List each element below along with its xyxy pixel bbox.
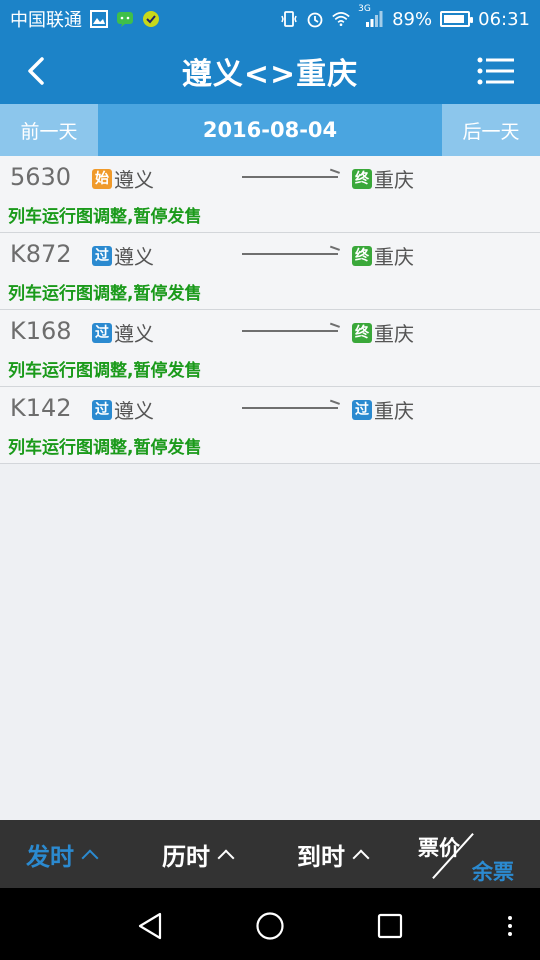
current-date[interactable]: 2016-08-04 xyxy=(98,104,442,156)
departure-station: 过 遵义 xyxy=(92,241,154,270)
prev-day-button[interactable]: 前一天 xyxy=(0,104,98,156)
wechat-icon xyxy=(116,10,134,28)
alarm-icon xyxy=(306,10,324,28)
chevron-up-icon xyxy=(217,849,235,867)
train-number: 5630 xyxy=(10,163,72,191)
next-day-button[interactable]: 后一天 xyxy=(442,104,540,156)
terminal-tag: 终 xyxy=(352,168,372,189)
route-arrow-icon xyxy=(242,330,338,332)
pass-tag: 过 xyxy=(92,399,112,420)
more-vertical-icon xyxy=(508,916,512,936)
app-notification-icon xyxy=(142,10,160,28)
sort-by-duration-button[interactable]: 历时 xyxy=(162,820,235,888)
network-type: 3G xyxy=(358,4,371,14)
page-title: 遵义<>重庆 xyxy=(181,57,359,92)
back-button[interactable] xyxy=(14,49,58,93)
origin-tag: 始 xyxy=(92,168,112,189)
terminal-tag: 终 xyxy=(352,322,372,343)
train-list: 5630 始 遵义 终 重庆 列车运行图调整,暂停发售 K872 过 遵义 终 … xyxy=(0,156,540,464)
wifi-icon xyxy=(332,10,350,28)
battery-fill xyxy=(444,15,465,23)
arrival-station: 终 重庆 xyxy=(352,241,414,270)
sort-label: 历时 xyxy=(162,842,210,871)
train-row[interactable]: 5630 始 遵义 终 重庆 列车运行图调整,暂停发售 xyxy=(0,156,540,233)
sort-label: 发时 xyxy=(26,842,74,871)
train-number: K168 xyxy=(10,317,72,345)
arrival-name: 重庆 xyxy=(374,322,414,346)
nav-back-button[interactable] xyxy=(130,906,170,946)
battery-icon xyxy=(440,11,474,27)
sort-by-price-remaining-button[interactable]: 票价 余票 xyxy=(412,820,540,888)
circle-home-icon xyxy=(256,912,284,940)
sale-status-note: 列车运行图调整,暂停发售 xyxy=(8,284,202,304)
route-arrow-icon xyxy=(242,407,338,409)
arrival-station: 终 重庆 xyxy=(352,164,414,193)
sale-status-note: 列车运行图调整,暂停发售 xyxy=(8,361,202,381)
system-nav-bar xyxy=(0,888,540,960)
clock-time: 06:31 xyxy=(478,8,530,30)
departure-name: 遵义 xyxy=(114,168,154,192)
sale-status-note: 列车运行图调整,暂停发售 xyxy=(8,438,202,458)
departure-name: 遵义 xyxy=(114,322,154,346)
sort-bar: 发时 历时 到时 票价 余票 xyxy=(0,820,540,888)
route-arrow-icon xyxy=(242,176,338,178)
departure-name: 遵义 xyxy=(114,399,154,423)
vibrate-icon xyxy=(280,10,298,28)
train-row[interactable]: K168 过 遵义 终 重庆 列车运行图调整,暂停发售 xyxy=(0,310,540,387)
route-arrow-icon xyxy=(242,253,338,255)
train-row[interactable]: K142 过 遵义 过 重庆 列车运行图调整,暂停发售 xyxy=(0,387,540,464)
status-bar: 中国联通 3G 89% 06:31 xyxy=(0,0,540,38)
nav-home-button[interactable] xyxy=(250,906,290,946)
signal-icon: 3G xyxy=(358,4,384,28)
remaining-label: 余票 xyxy=(472,860,514,884)
train-row[interactable]: K872 过 遵义 终 重庆 列车运行图调整,暂停发售 xyxy=(0,233,540,310)
sort-by-departure-button[interactable]: 发时 xyxy=(26,820,99,888)
arrival-name: 重庆 xyxy=(374,168,414,192)
menu-button[interactable] xyxy=(474,49,518,93)
arrival-name: 重庆 xyxy=(374,399,414,423)
nav-more-button[interactable] xyxy=(490,906,530,946)
list-menu-icon xyxy=(477,57,514,85)
square-recents-icon xyxy=(377,913,403,939)
pass-tag: 过 xyxy=(352,399,372,420)
arrival-station: 终 重庆 xyxy=(352,318,414,347)
sort-label: 到时 xyxy=(297,842,345,871)
sort-by-arrival-button[interactable]: 到时 xyxy=(297,820,370,888)
chevron-up-icon xyxy=(352,849,370,867)
nav-recents-button[interactable] xyxy=(370,906,410,946)
train-number: K872 xyxy=(10,240,72,268)
departure-station: 过 遵义 xyxy=(92,318,154,347)
sale-status-note: 列车运行图调整,暂停发售 xyxy=(8,207,202,227)
date-bar: 前一天 2016-08-04 后一天 xyxy=(0,104,540,156)
carrier-name: 中国联通 xyxy=(10,10,82,31)
arrival-name: 重庆 xyxy=(374,245,414,269)
train-number: K142 xyxy=(10,394,72,422)
terminal-tag: 终 xyxy=(352,245,372,266)
app-header: 遵义<>重庆 xyxy=(0,38,540,104)
chevron-up-icon xyxy=(81,849,99,867)
departure-station: 始 遵义 xyxy=(92,164,154,193)
arrival-station: 过 重庆 xyxy=(352,395,414,424)
pass-tag: 过 xyxy=(92,322,112,343)
pass-tag: 过 xyxy=(92,245,112,266)
battery-percent: 89% xyxy=(392,8,433,30)
departure-name: 遵义 xyxy=(114,245,154,269)
back-arrow-icon xyxy=(28,57,44,85)
triangle-back-icon xyxy=(138,912,162,940)
gallery-icon xyxy=(90,10,108,28)
departure-station: 过 遵义 xyxy=(92,395,154,424)
price-label: 票价 xyxy=(418,836,460,860)
